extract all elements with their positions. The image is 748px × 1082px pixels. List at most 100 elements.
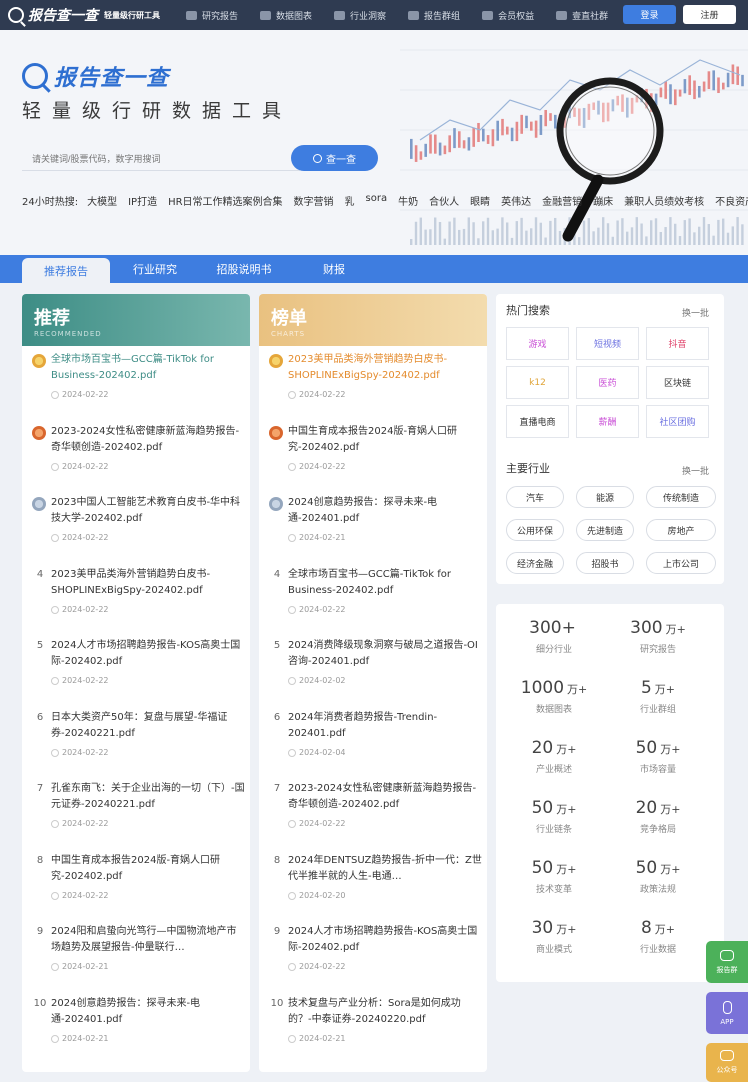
favorite-icon[interactable] bbox=[51, 748, 59, 757]
industry-pill[interactable]: 上市公司 bbox=[646, 552, 716, 574]
favorite-icon[interactable] bbox=[51, 820, 59, 828]
list-item[interactable]: 2023美甲品类海外营销趋势白皮书-SHOPLINExBigSpy-202402… bbox=[259, 348, 487, 418]
nav-research-reports[interactable]: 研究报告 bbox=[186, 9, 238, 22]
report-title[interactable]: 2023-2024女性私密健康新蓝海趋势报告-奇华顿创造-202402.pdf bbox=[288, 781, 483, 813]
report-title[interactable]: 孔雀东南飞：关于企业出海的一切（下）-国元证券-20240221.pdf bbox=[51, 781, 246, 813]
report-title[interactable]: 2024人才市场招聘趋势报告-KOS高奥士国际-202402.pdf bbox=[288, 924, 483, 956]
float-official-account[interactable]: 公众号 bbox=[706, 1043, 748, 1082]
industry-pill[interactable]: 经济金融 bbox=[506, 552, 564, 574]
hot-term[interactable]: 数字营销 bbox=[294, 193, 334, 208]
list-item[interactable]: 10 2024创意趋势报告：探寻未来-电通-202401.pdf 2024-02-2… bbox=[22, 992, 250, 1062]
report-title[interactable]: 2024年消费者趋势报告-Trendin-202401.pdf bbox=[288, 710, 483, 742]
hot-search-tag[interactable]: 短视频 bbox=[576, 327, 639, 360]
favorite-icon[interactable] bbox=[51, 391, 59, 399]
float-report-group[interactable]: 报告群 bbox=[706, 941, 748, 983]
float-app[interactable]: APP bbox=[706, 992, 748, 1034]
hot-term[interactable]: 合伙人 bbox=[429, 193, 459, 208]
list-item[interactable]: 2023-2024女性私密健康新蓝海趋势报告-奇华顿创造-202402.pdf 2… bbox=[22, 420, 250, 490]
hot-search-tag[interactable]: 医药 bbox=[576, 366, 639, 399]
report-title[interactable]: 技术复盘与产业分析：Sora是如何成功的？-中泰证券-20240220.pdf bbox=[288, 996, 483, 1028]
favorite-icon[interactable] bbox=[288, 534, 296, 542]
favorite-icon[interactable] bbox=[288, 391, 296, 399]
list-item[interactable]: 8 中国生育成本报告2024版-育娲人口研究-202402.pdf 2024-02-… bbox=[22, 849, 250, 919]
hot-search-tag[interactable]: 抖音 bbox=[646, 327, 709, 360]
hot-search-tag[interactable]: 薪酬 bbox=[576, 405, 639, 438]
report-title[interactable]: 2023中国人工智能艺术教育白皮书-华中科技大学-202402.pdf bbox=[51, 495, 246, 527]
hot-term[interactable]: 兼职人员绩效考核 bbox=[624, 193, 704, 208]
logo[interactable]: 报告查一查 轻量级行研工具 bbox=[8, 5, 160, 25]
report-title[interactable]: 日本大类资产50年：复盘与展望-华福证券-20240221.pdf bbox=[51, 710, 246, 742]
report-title[interactable]: 中国生育成本报告2024版-育娲人口研究-202402.pdf bbox=[51, 853, 246, 885]
search-input[interactable] bbox=[22, 147, 300, 171]
favorite-icon[interactable] bbox=[51, 462, 59, 471]
list-item[interactable]: 中国生育成本报告2024版-育娲人口研究-202402.pdf 2024-02-2… bbox=[259, 420, 487, 490]
report-title[interactable]: 2023美甲品类海外营销趋势白皮书-SHOPLINExBigSpy-202402… bbox=[51, 567, 246, 599]
hot-search-tag[interactable]: 区块链 bbox=[646, 366, 709, 399]
hot-term[interactable]: 牛奶 bbox=[398, 193, 418, 208]
list-item[interactable]: 5 2024人才市场招聘趋势报告-KOS高奥士国际-202402.pdf 2024-… bbox=[22, 634, 250, 704]
hot-term[interactable]: 眼睛 bbox=[470, 193, 490, 208]
report-title[interactable]: 2024阳和启蛰向光笃行—中国物流地产市场趋势及展望报告-仲量联行… bbox=[51, 924, 246, 956]
report-title[interactable]: 全球市场百宝书—GCC篇-TikTok for Business-202402.… bbox=[51, 352, 246, 384]
favorite-icon[interactable] bbox=[51, 534, 59, 542]
report-title[interactable]: 2024创意趋势报告：探寻未来-电通-202401.pdf bbox=[51, 996, 246, 1028]
hot-term[interactable]: 不良资产处置 bbox=[715, 193, 748, 208]
nav-report-groups[interactable]: 报告群组 bbox=[408, 9, 460, 22]
list-item[interactable]: 全球市场百宝书—GCC篇-TikTok for Business-202402.… bbox=[22, 348, 250, 418]
favorite-icon[interactable] bbox=[51, 677, 59, 685]
report-title[interactable]: 2024创意趋势报告：探寻未来-电通-202401.pdf bbox=[288, 495, 483, 527]
report-title[interactable]: 全球市场百宝书—GCC篇-TikTok for Business-202402.… bbox=[288, 567, 483, 599]
list-item[interactable]: 7 孔雀东南飞：关于企业出海的一切（下）-国元证券-20240221.pdf 202… bbox=[22, 777, 250, 847]
register-button[interactable]: 注册 bbox=[683, 5, 736, 24]
nav-industry-insight[interactable]: 行业洞察 bbox=[334, 9, 386, 22]
hot-term[interactable]: 金融营销 bbox=[542, 193, 582, 208]
favorite-icon[interactable] bbox=[288, 748, 296, 757]
industry-pill[interactable]: 公用环保 bbox=[506, 519, 564, 541]
hot-term[interactable]: 大模型 bbox=[87, 193, 117, 208]
industries-refresh[interactable]: 换一批 bbox=[682, 464, 709, 477]
hot-term[interactable]: 英伟达 bbox=[501, 193, 531, 208]
hot-search-tag[interactable]: 社区团购 bbox=[646, 405, 709, 438]
tab-financial-reports[interactable]: 财报 bbox=[296, 255, 372, 283]
hot-search-tag[interactable]: 游戏 bbox=[506, 327, 569, 360]
hot-search-refresh[interactable]: 换一批 bbox=[682, 306, 709, 319]
list-item[interactable]: 4 2023美甲品类海外营销趋势白皮书-SHOPLINExBigSpy-20240… bbox=[22, 563, 250, 633]
nav-community[interactable]: 壹直社群 bbox=[556, 9, 608, 22]
report-title[interactable]: 2024人才市场招聘趋势报告-KOS高奥士国际-202402.pdf bbox=[51, 638, 246, 670]
list-item[interactable]: 10 技术复盘与产业分析：Sora是如何成功的？-中泰证券-20240220.pd… bbox=[259, 992, 487, 1062]
favorite-icon[interactable] bbox=[51, 963, 59, 971]
list-item[interactable]: 8 2024年DENTSUZ趋势报告-折中一代：Z世代半推半就的人生-电通… 202… bbox=[259, 849, 487, 919]
hot-search-tag[interactable]: k12 bbox=[506, 366, 569, 399]
tab-industry-research[interactable]: 行业研究 bbox=[115, 255, 195, 283]
list-item[interactable]: 4 全球市场百宝书—GCC篇-TikTok for Business-202402… bbox=[259, 563, 487, 633]
favorite-icon[interactable] bbox=[288, 820, 296, 828]
favorite-icon[interactable] bbox=[51, 1034, 59, 1043]
hot-term[interactable]: 乳 bbox=[345, 193, 355, 208]
list-item[interactable]: 7 2023-2024女性私密健康新蓝海趋势报告-奇华顿创造-202402.pdf… bbox=[259, 777, 487, 847]
hot-term[interactable]: IP打造 bbox=[128, 193, 157, 208]
hot-term[interactable]: 蹦床 bbox=[593, 193, 613, 208]
hot-term[interactable]: HR日常工作精选案例合集 bbox=[168, 193, 282, 208]
favorite-icon[interactable] bbox=[288, 462, 296, 471]
list-item[interactable]: 9 2024阳和启蛰向光笃行—中国物流地产市场趋势及展望报告-仲量联行… 2024-… bbox=[22, 920, 250, 990]
favorite-icon[interactable] bbox=[288, 891, 296, 900]
industry-pill[interactable]: 能源 bbox=[576, 486, 634, 508]
search-button[interactable]: 查一查 bbox=[291, 145, 378, 171]
list-item[interactable]: 9 2024人才市场招聘趋势报告-KOS高奥士国际-202402.pdf 2024-… bbox=[259, 920, 487, 990]
report-title[interactable]: 中国生育成本报告2024版-育娲人口研究-202402.pdf bbox=[288, 424, 483, 456]
report-title[interactable]: 2024年DENTSUZ趋势报告-折中一代：Z世代半推半就的人生-电通… bbox=[288, 853, 483, 885]
favorite-icon[interactable] bbox=[288, 963, 296, 971]
favorite-icon[interactable] bbox=[288, 677, 296, 685]
tab-recommended-reports[interactable]: 推荐报告 bbox=[22, 258, 110, 283]
list-item[interactable]: 5 2024消费降级现象洞察与破局之道报告-OI咨询-202401.pdf 2024… bbox=[259, 634, 487, 704]
hot-term[interactable]: sora bbox=[366, 193, 388, 208]
favorite-icon[interactable] bbox=[51, 605, 59, 614]
tab-prospectus[interactable]: 招股说明书 bbox=[204, 255, 284, 283]
favorite-icon[interactable] bbox=[288, 605, 296, 614]
industry-pill[interactable]: 先进制造 bbox=[576, 519, 634, 541]
favorite-icon[interactable] bbox=[51, 891, 59, 900]
list-item[interactable]: 2024创意趋势报告：探寻未来-电通-202401.pdf 2024-02-21 bbox=[259, 491, 487, 561]
favorite-icon[interactable] bbox=[288, 1034, 296, 1043]
report-title[interactable]: 2023-2024女性私密健康新蓝海趋势报告-奇华顿创造-202402.pdf bbox=[51, 424, 246, 456]
nav-member-benefits[interactable]: 会员权益 bbox=[482, 9, 534, 22]
